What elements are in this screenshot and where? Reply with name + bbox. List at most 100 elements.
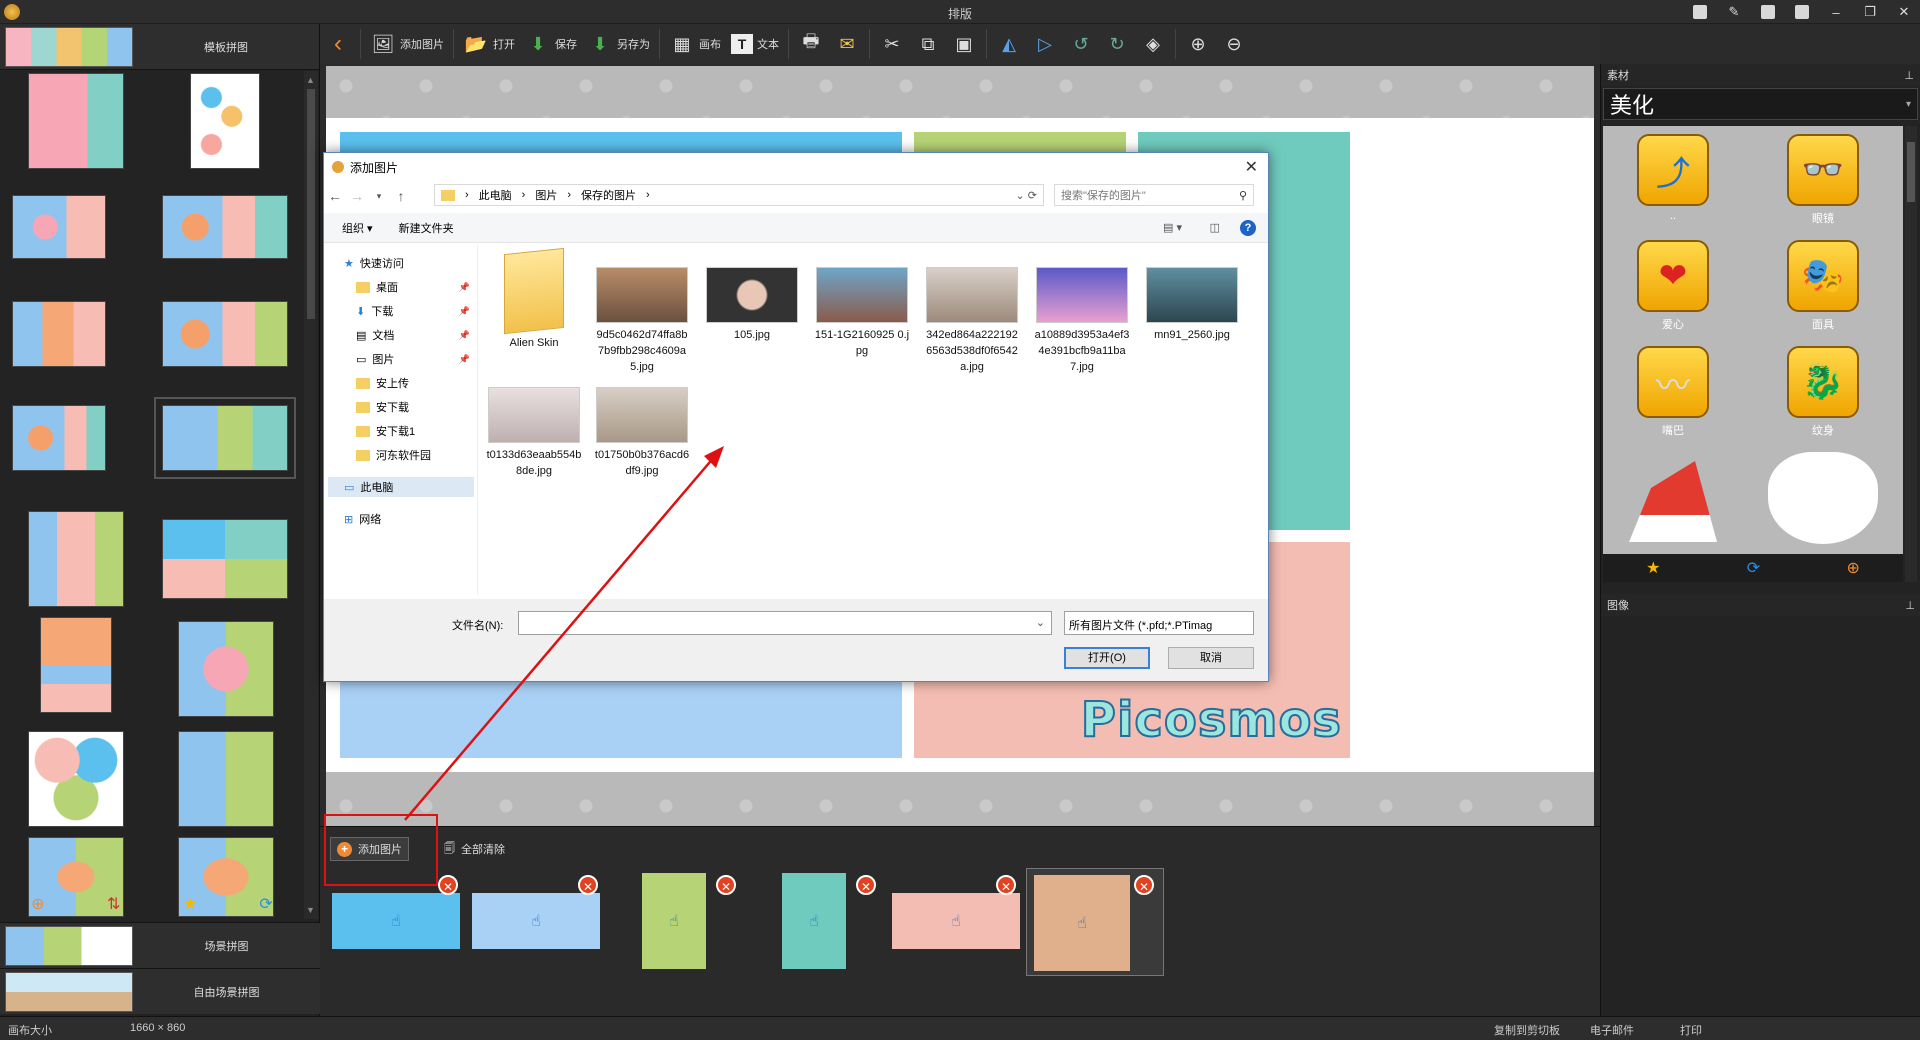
template-scrollbar[interactable]: ▲ ▼ — [304, 71, 318, 919]
remove-icon[interactable]: ✕ — [438, 875, 458, 895]
email-button[interactable]: ✉ — [829, 27, 865, 61]
material-scrollbar[interactable] — [1905, 126, 1917, 582]
template-item[interactable] — [12, 301, 106, 367]
tree-folder[interactable]: 安上传 — [356, 373, 474, 393]
template-item-selected[interactable] — [154, 397, 296, 479]
open-button[interactable]: 📂 打开 — [458, 27, 520, 61]
flip-horizontal-button[interactable]: ▷ — [1027, 27, 1063, 61]
template-item[interactable] — [162, 301, 288, 367]
file-type-filter[interactable]: 所有图片文件 (*.pfd;*.PTimag — [1064, 611, 1254, 635]
tree-quick-access[interactable]: ★ 快速访问 — [344, 253, 474, 273]
tree-this-pc[interactable]: ▭ 此电脑 — [328, 477, 474, 497]
address-bar[interactable]: › 此电脑 › 图片 › 保存的图片 › ⌄ ⟳ — [434, 184, 1044, 206]
view-options-icon[interactable]: ▤ ▾ — [1163, 221, 1182, 234]
copy-clipboard-button[interactable]: 复制到剪切板 — [1494, 1022, 1560, 1038]
beard-sticker[interactable] — [1753, 452, 1893, 552]
filename-input[interactable]: ⌄ — [518, 611, 1052, 635]
material-item[interactable]: 〰嘴巴 — [1603, 346, 1743, 446]
category-select[interactable]: 美化 ▾ — [1603, 88, 1918, 120]
tree-desktop[interactable]: 桌面 📌 — [356, 277, 474, 297]
tree-documents[interactable]: ▤ 文档 📌 — [356, 325, 474, 345]
add-image-button[interactable]: 🖼 添加图片 — [365, 27, 449, 61]
zoom-out-button[interactable]: ⊖ — [1216, 27, 1252, 61]
add-material-icon[interactable]: ⊕ — [1846, 558, 1859, 578]
refresh-icon[interactable]: ⟳ — [259, 894, 272, 914]
file-item[interactable]: mn91_2560.jpg — [1142, 267, 1242, 343]
forward-arrow-icon[interactable]: → — [346, 188, 368, 204]
template-item[interactable] — [190, 73, 260, 169]
search-box[interactable]: 搜索"保存的图片" ⚲ — [1054, 184, 1254, 206]
breadcrumb-item[interactable]: 保存的图片 — [581, 187, 636, 203]
scroll-thumb[interactable] — [307, 89, 315, 319]
refresh-icon[interactable]: ⟳ — [1747, 558, 1760, 578]
email-status-button[interactable]: 电子邮件 — [1590, 1022, 1634, 1038]
tree-folder[interactable]: 安下载 — [356, 397, 474, 417]
scroll-down-icon[interactable]: ▼ — [306, 905, 315, 915]
sort-az-icon[interactable]: ⇅ — [107, 894, 120, 914]
rotate-left-button[interactable]: ↺ — [1063, 27, 1099, 61]
file-item[interactable]: t0133d63eaab554b8de.jpg — [484, 387, 584, 479]
file-item[interactable]: 105.jpg — [702, 267, 802, 343]
material-item[interactable]: ❤ 爱心 — [1603, 240, 1743, 340]
copy-button[interactable]: ⧉ — [910, 27, 946, 61]
template-item[interactable] — [40, 617, 112, 713]
add-template-icon[interactable]: ⊕ — [31, 894, 44, 914]
template-item[interactable] — [28, 731, 124, 827]
template-item[interactable] — [12, 195, 106, 259]
strip-thumb[interactable]: ☝ — [332, 893, 460, 949]
file-item[interactable]: 342ed864a2221926563d538df0f6542a.jpg — [922, 267, 1022, 375]
doc-icon[interactable] — [1690, 2, 1710, 22]
print-status-button[interactable]: 打印 — [1680, 1022, 1702, 1038]
flip-vertical-button[interactable]: ◭ — [991, 27, 1027, 61]
template-item[interactable] — [28, 511, 124, 607]
tree-network[interactable]: ⊞ 网络 — [344, 509, 474, 529]
strip-thumb[interactable]: ☝ — [472, 893, 600, 949]
grid-icon[interactable] — [1792, 2, 1812, 22]
pin-icon[interactable]: ⊥ — [1904, 69, 1914, 82]
new-folder-button[interactable]: 新建文件夹 — [399, 220, 454, 236]
template-collage-header[interactable]: 模板拼图 — [0, 24, 319, 70]
close-button[interactable]: ✕ — [1894, 2, 1914, 22]
material-item[interactable]: 👓 眼镜 — [1753, 134, 1893, 234]
template-item[interactable] — [162, 519, 288, 599]
breadcrumb-item[interactable]: 此电脑 — [479, 187, 512, 203]
scroll-thumb[interactable] — [1907, 142, 1915, 202]
santa-hat-sticker[interactable] — [1603, 452, 1743, 552]
tree-folder[interactable]: 河东软件园 — [356, 445, 474, 465]
remove-icon[interactable]: ✕ — [578, 875, 598, 895]
template-item[interactable] — [162, 195, 288, 259]
file-item[interactable]: 151-1G2160925 0.jpg — [812, 267, 912, 359]
cancel-button[interactable]: 取消 — [1168, 647, 1254, 669]
up-arrow-icon[interactable]: ↑ — [390, 188, 412, 204]
back-arrow-icon[interactable]: ← — [324, 188, 346, 204]
rotate-right-button[interactable]: ↻ — [1099, 27, 1135, 61]
minimize-button[interactable]: – — [1826, 2, 1846, 22]
tree-pictures[interactable]: ▭ 图片 📌 — [356, 349, 474, 369]
cut-button[interactable]: ✂ — [874, 27, 910, 61]
material-item[interactable]: 🐉 纹身 — [1753, 346, 1893, 446]
remove-icon[interactable]: ✕ — [716, 875, 736, 895]
restore-button[interactable]: ❐ — [1860, 2, 1880, 22]
text-button[interactable]: T 文本 — [726, 27, 784, 61]
favorite-star-icon[interactable]: ★ — [1646, 558, 1660, 578]
remove-icon[interactable]: ✕ — [856, 875, 876, 895]
material-item[interactable]: 🎭 面具 — [1753, 240, 1893, 340]
organize-button[interactable]: 组织 ▾ — [342, 220, 373, 236]
open-file-button[interactable]: 打开(O) — [1064, 647, 1150, 669]
template-item[interactable] — [28, 73, 124, 169]
recent-chevron-icon[interactable]: ▾ — [368, 191, 390, 202]
zoom-in-button[interactable]: ⊕ — [1180, 27, 1216, 61]
back-button[interactable]: ‹ — [320, 27, 356, 61]
address-dropdown-icon[interactable]: ⌄ ⟳ — [1016, 189, 1038, 202]
layout-icon[interactable] — [1758, 2, 1778, 22]
strip-thumb[interactable]: ☝ — [782, 873, 846, 969]
print-button[interactable]: 🖶 — [793, 27, 829, 61]
pin-icon[interactable]: ⊥ — [1905, 599, 1915, 612]
template-item[interactable] — [178, 621, 274, 717]
file-item[interactable]: a10889d3953a4ef34e391bcfb9a11ba7.jpg — [1032, 267, 1132, 375]
preview-pane-icon[interactable]: ◫ — [1210, 221, 1220, 234]
strip-thumb[interactable]: ☝ — [892, 893, 1020, 949]
remove-icon[interactable]: ✕ — [996, 875, 1016, 895]
file-item[interactable]: 9d5c0462d74ffa8b7b9fbb298c4609a5.jpg — [592, 267, 692, 375]
eraser-button[interactable]: ◈ — [1135, 27, 1171, 61]
